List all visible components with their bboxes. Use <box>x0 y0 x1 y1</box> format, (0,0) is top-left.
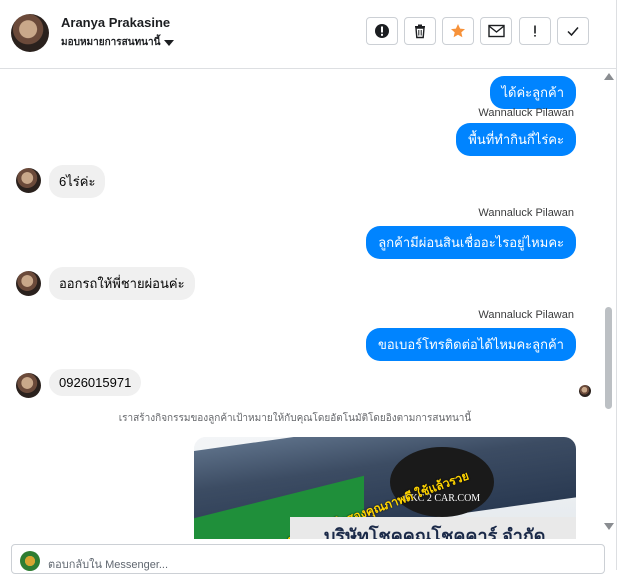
contact-avatar[interactable] <box>11 14 49 52</box>
reply-input-placeholder[interactable]: ตอบกลับใน Messenger... <box>48 555 168 573</box>
assign-conversation-label: มอบหมายการสนทนานี้ <box>61 37 161 48</box>
star-icon <box>451 24 465 38</box>
seen-indicator-avatar <box>579 385 591 397</box>
scroll-up-icon[interactable] <box>604 73 614 80</box>
conversation-header: Aranya Prakasine มอบหมายการสนทนานี้ <box>0 0 616 69</box>
delete-button[interactable] <box>404 17 436 45</box>
contact-avatar <box>16 168 41 193</box>
thread-scrollbar[interactable] <box>601 69 616 539</box>
mark-unread-button[interactable] <box>480 17 512 45</box>
system-notice: เราสร้างกิจกรรมของลูกค้าเป้าหมายให้กับคุ… <box>118 413 472 424</box>
image-company-name: บริษัทโชคคูณโชคคาร์ จำกัด <box>324 526 546 539</box>
exclamation-icon <box>534 25 536 37</box>
message-bubble-outgoing[interactable]: ลูกค้ามีผ่อนสินเชื่ออะไรอยู่ไหมคะ <box>366 226 576 259</box>
scroll-down-icon[interactable] <box>604 523 614 530</box>
scrollbar-thumb[interactable] <box>605 307 612 409</box>
message-bubble-incoming[interactable]: ออกรถให้พี่ชายผ่อนค่ะ <box>49 267 195 300</box>
assign-conversation-dropdown[interactable]: มอบหมายการสนทนานี้ <box>61 35 175 50</box>
star-button[interactable] <box>442 17 474 45</box>
check-icon <box>567 27 579 37</box>
follow-up-button[interactable] <box>519 17 551 45</box>
contact-avatar <box>16 373 41 398</box>
page-avatar <box>20 551 40 571</box>
message-bubble-outgoing[interactable]: พื้นที่ทำกินกี่ไร่คะ <box>456 123 576 156</box>
trash-icon <box>415 24 425 39</box>
message-bubble-incoming[interactable]: 0926015971 <box>49 369 142 396</box>
message-sender: Wannaluck Pilawan <box>478 207 574 219</box>
chevron-down-icon <box>164 39 175 46</box>
message-bubble-incoming[interactable]: 6ไร่ค่ะ <box>49 165 106 198</box>
contact-name[interactable]: Aranya Prakasine <box>61 15 170 30</box>
mark-spam-button[interactable] <box>366 17 398 45</box>
alert-circle-icon <box>375 24 389 38</box>
message-bubble-outgoing[interactable]: ขอเบอร์โทรติดต่อได้ไหมคะลูกค้า <box>365 328 576 361</box>
message-thread[interactable]: ได้ค่ะลูกค้า Wannaluck Pilawan พื้นที่ทำ… <box>0 69 600 539</box>
message-bubble-outgoing[interactable]: ได้ค่ะลูกค้า <box>489 76 576 109</box>
message-sender: Wannaluck Pilawan <box>478 107 574 119</box>
contact-avatar <box>16 271 41 296</box>
shared-image-attachment[interactable]: CKC 2 CAR.COM รถกระบะมือสองคุณภาพดี ใช้แ… <box>194 437 576 539</box>
envelope-icon <box>487 24 505 38</box>
message-sender: Wannaluck Pilawan <box>478 309 574 321</box>
mark-done-button[interactable] <box>557 17 589 45</box>
panel-divider <box>616 0 617 570</box>
